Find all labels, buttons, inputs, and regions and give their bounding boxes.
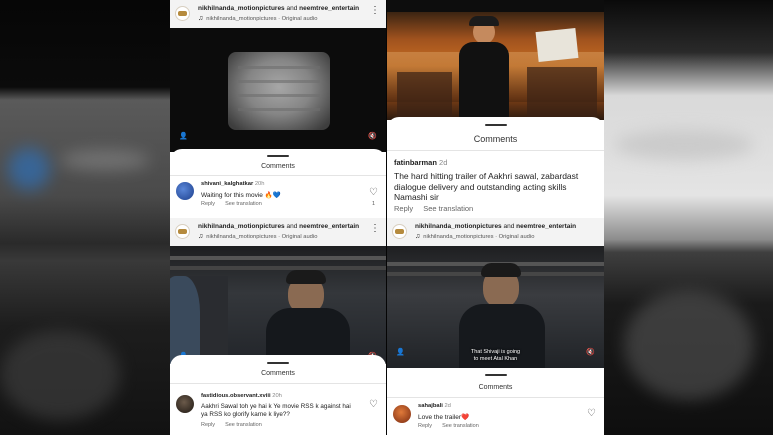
see-translation-button[interactable]: See translation	[423, 204, 473, 213]
reel-header: nikhilnanda_motionpictures and neemtree_…	[387, 218, 604, 246]
audio-label[interactable]: ♫ nikhilnanda_motionpictures · Original a…	[415, 233, 534, 240]
reel-authors[interactable]: nikhilnanda_motionpictures and neemtree_…	[198, 223, 359, 230]
reel-panel-top-right: Comments fatinbarman 2d The hard hitting…	[387, 0, 604, 218]
sheet-handle[interactable]	[267, 155, 289, 157]
like-count: 1	[371, 201, 375, 207]
comments-title: Comments	[478, 384, 513, 391]
comments-sheet: Comments sahajbali 2d Love the trailer❤️…	[387, 368, 604, 435]
reel-video[interactable]: 👤 🔇	[170, 246, 386, 364]
profile-avatar[interactable]	[175, 6, 190, 21]
comment-actions: Reply See translation	[201, 201, 272, 207]
comment-username[interactable]: fastidious.observant.xviii 20h	[201, 393, 282, 399]
music-note-icon: ♫	[415, 233, 421, 240]
comment-actions: Reply See translation	[394, 204, 483, 213]
reel-video[interactable]: That Shivaji is going to meet Atal Khan …	[387, 246, 604, 368]
video-subtitle: That Shivaji is going to meet Atal Khan	[470, 349, 521, 362]
avatar[interactable]	[176, 182, 194, 200]
comment-actions: Reply See translation	[418, 423, 489, 429]
person-icon[interactable]: 👤	[396, 348, 405, 356]
reel-video[interactable]: 👤 🔇	[170, 28, 386, 152]
comments-sheet: Comments fastidious.observant.xviii 20h …	[170, 355, 386, 435]
reply-button[interactable]: Reply	[394, 204, 413, 213]
more-options-icon[interactable]: ⋮	[370, 224, 380, 234]
comments-title: Comments	[473, 134, 518, 144]
see-translation-button[interactable]: See translation	[442, 423, 479, 429]
comments-sheet: Comments fatinbarman 2d The hard hitting…	[387, 117, 604, 218]
mute-icon[interactable]: 🔇	[586, 348, 595, 356]
avatar[interactable]	[176, 395, 194, 413]
more-options-icon[interactable]: ⋮	[370, 6, 380, 16]
movie-scene-image	[170, 246, 386, 364]
reel-authors[interactable]: nikhilnanda_motionpictures and neemtree_…	[415, 223, 576, 230]
reel-panel-bottom-right: nikhilnanda_motionpictures and neemtree_…	[387, 218, 604, 435]
profile-avatar[interactable]	[392, 224, 407, 239]
comment-username[interactable]: fatinbarman 2d	[394, 158, 447, 167]
reel-panel-bottom-left: nikhilnanda_motionpictures and neemtree_…	[170, 218, 386, 435]
audio-label[interactable]: ♫ nikhilnanda_motionpictures · Original a…	[198, 15, 317, 22]
movie-scene-image	[387, 12, 604, 120]
reel-panel-top-left: nikhilnanda_motionpictures and neemtree_…	[170, 0, 386, 218]
person-icon[interactable]: 👤	[179, 132, 188, 140]
comment-text: Love the trailer❤️	[418, 414, 470, 421]
heart-icon[interactable]: ♡	[369, 399, 378, 410]
comments-title: Comments	[261, 370, 295, 377]
comment-username[interactable]: shivani_kalghatkar 20h	[201, 181, 265, 187]
audio-label[interactable]: ♫ nikhilnanda_motionpictures · Original a…	[198, 233, 317, 240]
reply-button[interactable]: Reply	[418, 423, 432, 429]
sheet-handle[interactable]	[267, 362, 289, 364]
avatar[interactable]	[393, 405, 411, 423]
comments-sheet: Comments shivani_kalghatkar 20h Waiting …	[170, 149, 386, 218]
comment-text: Waiting for this movie 🔥💙	[201, 192, 281, 199]
music-note-icon: ♫	[198, 233, 204, 240]
blurred-background-left	[0, 0, 170, 435]
blurred-background-right	[604, 0, 773, 435]
comment-text: The hard hitting trailer of Aakhri sawal…	[394, 171, 579, 202]
reply-button[interactable]: Reply	[201, 422, 215, 428]
music-note-icon: ♫	[198, 15, 204, 22]
profile-avatar[interactable]	[175, 224, 190, 239]
tv-screen-image	[228, 52, 330, 130]
reel-header: nikhilnanda_motionpictures and neemtree_…	[170, 218, 386, 246]
screen: nikhilnanda_motionpictures and neemtree_…	[0, 0, 773, 435]
reel-header: nikhilnanda_motionpictures and neemtree_…	[170, 0, 386, 28]
reel-video[interactable]	[387, 0, 604, 120]
mute-icon[interactable]: 🔇	[368, 132, 377, 140]
comment-text: Aakhri Sawal toh ye hai k Ye movie RSS k…	[201, 403, 351, 418]
heart-icon[interactable]: ♡	[587, 408, 596, 419]
comment-username[interactable]: sahajbali 2d	[418, 403, 451, 409]
sheet-handle[interactable]	[484, 374, 507, 376]
see-translation-button[interactable]: See translation	[225, 201, 262, 207]
reply-button[interactable]: Reply	[201, 201, 215, 207]
comments-title: Comments	[261, 163, 295, 170]
see-translation-button[interactable]: See translation	[225, 422, 262, 428]
heart-icon[interactable]: ♡	[369, 187, 378, 198]
comment-actions: Reply See translation	[201, 422, 272, 428]
reel-authors[interactable]: nikhilnanda_motionpictures and neemtree_…	[198, 5, 359, 12]
sheet-handle[interactable]	[484, 124, 507, 126]
